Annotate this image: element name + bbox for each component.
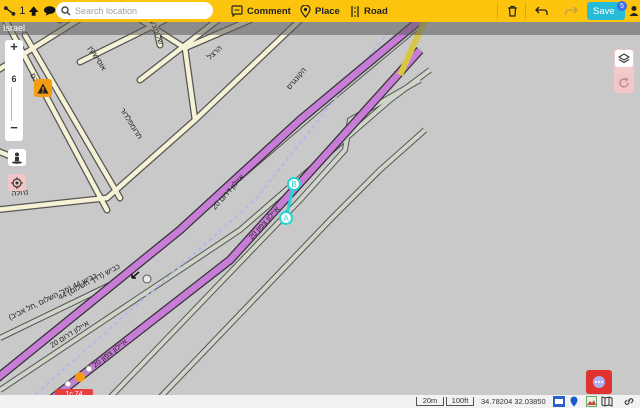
zoom-out-button[interactable]: − xyxy=(10,121,18,135)
layers-icon xyxy=(618,52,630,63)
delete-button[interactable] xyxy=(501,0,523,22)
locate-me-button[interactable] xyxy=(8,174,26,191)
crosshair-icon xyxy=(11,176,23,189)
junction-marker[interactable] xyxy=(142,274,152,284)
segment-counter[interactable]: 1 xyxy=(0,5,56,17)
place-marker[interactable] xyxy=(75,372,85,382)
arrow-up-icon xyxy=(29,6,39,16)
warning-icon xyxy=(37,83,49,93)
road-button[interactable]: Road xyxy=(350,0,388,22)
street-view-button[interactable] xyxy=(8,149,26,166)
country-label: Israel xyxy=(0,22,640,35)
trash-icon xyxy=(507,5,517,17)
refresh-button[interactable] xyxy=(615,74,633,91)
search-box[interactable] xyxy=(56,2,213,19)
zoom-level: 6 xyxy=(11,74,17,84)
road-label: Road xyxy=(364,5,388,17)
place-marker[interactable] xyxy=(85,365,93,373)
segment-count: 1 xyxy=(19,5,26,17)
map-book-icon[interactable] xyxy=(601,396,613,407)
node-b[interactable]: B xyxy=(287,177,301,191)
pegman-icon xyxy=(12,152,22,164)
svg-text:B: B xyxy=(291,180,296,189)
toolbar-divider xyxy=(497,3,498,19)
permalink-icon[interactable] xyxy=(623,396,635,407)
image-icon[interactable] xyxy=(586,396,597,407)
undo-button[interactable] xyxy=(530,0,552,22)
node-a[interactable]: A xyxy=(279,211,293,225)
scale-metric: 20m xyxy=(416,397,444,406)
layers-button[interactable] xyxy=(615,50,633,67)
undo-icon xyxy=(534,6,548,15)
save-label: Save xyxy=(593,5,615,17)
comment-icon xyxy=(231,5,243,17)
chat-fab-button[interactable] xyxy=(586,370,612,394)
user-icon xyxy=(629,6,639,16)
location-pin-icon[interactable] xyxy=(570,396,578,407)
place-button[interactable]: Place xyxy=(300,0,340,22)
place-label: Place xyxy=(315,5,340,17)
toolbar-divider xyxy=(525,3,526,19)
search-icon xyxy=(61,5,71,15)
user-menu-button[interactable] xyxy=(628,0,640,22)
redo-button[interactable] xyxy=(560,0,582,22)
status-bar: 20m 100ft 34.78204 32.03850 xyxy=(0,395,640,408)
more-icon xyxy=(593,376,605,388)
waze-map-editor: A B רמבם אוסישקין תרומפלדור נחלה שלומציו… xyxy=(0,0,640,408)
road-icon xyxy=(351,5,359,17)
segments-icon xyxy=(3,6,16,16)
zoom-slider[interactable] xyxy=(11,87,17,121)
place-pin-icon xyxy=(300,4,311,18)
issue-marker[interactable] xyxy=(34,79,52,97)
comment-label: Comment xyxy=(247,5,291,17)
redo-icon xyxy=(564,6,578,15)
coordinates-readout: 34.78204 32.03850 xyxy=(481,397,546,406)
refresh-icon xyxy=(619,76,629,88)
map-canvas[interactable]: A B רמבם אוסישקין תרומפלדור נחלה שלומציו… xyxy=(0,0,640,408)
waze-logo-icon xyxy=(553,396,565,407)
comment-button[interactable]: Comment xyxy=(231,0,291,22)
place-marker[interactable] xyxy=(64,380,72,388)
svg-text:A: A xyxy=(283,214,289,223)
scale-imperial: 100ft xyxy=(446,397,474,406)
top-toolbar: 1 Comment xyxy=(0,0,640,22)
chat-icon xyxy=(43,6,56,16)
search-input[interactable] xyxy=(75,5,205,16)
zoom-in-button[interactable]: + xyxy=(10,40,18,54)
zoom-control: + 6 − xyxy=(5,40,23,141)
pending-edits-badge: 5 xyxy=(617,1,627,11)
